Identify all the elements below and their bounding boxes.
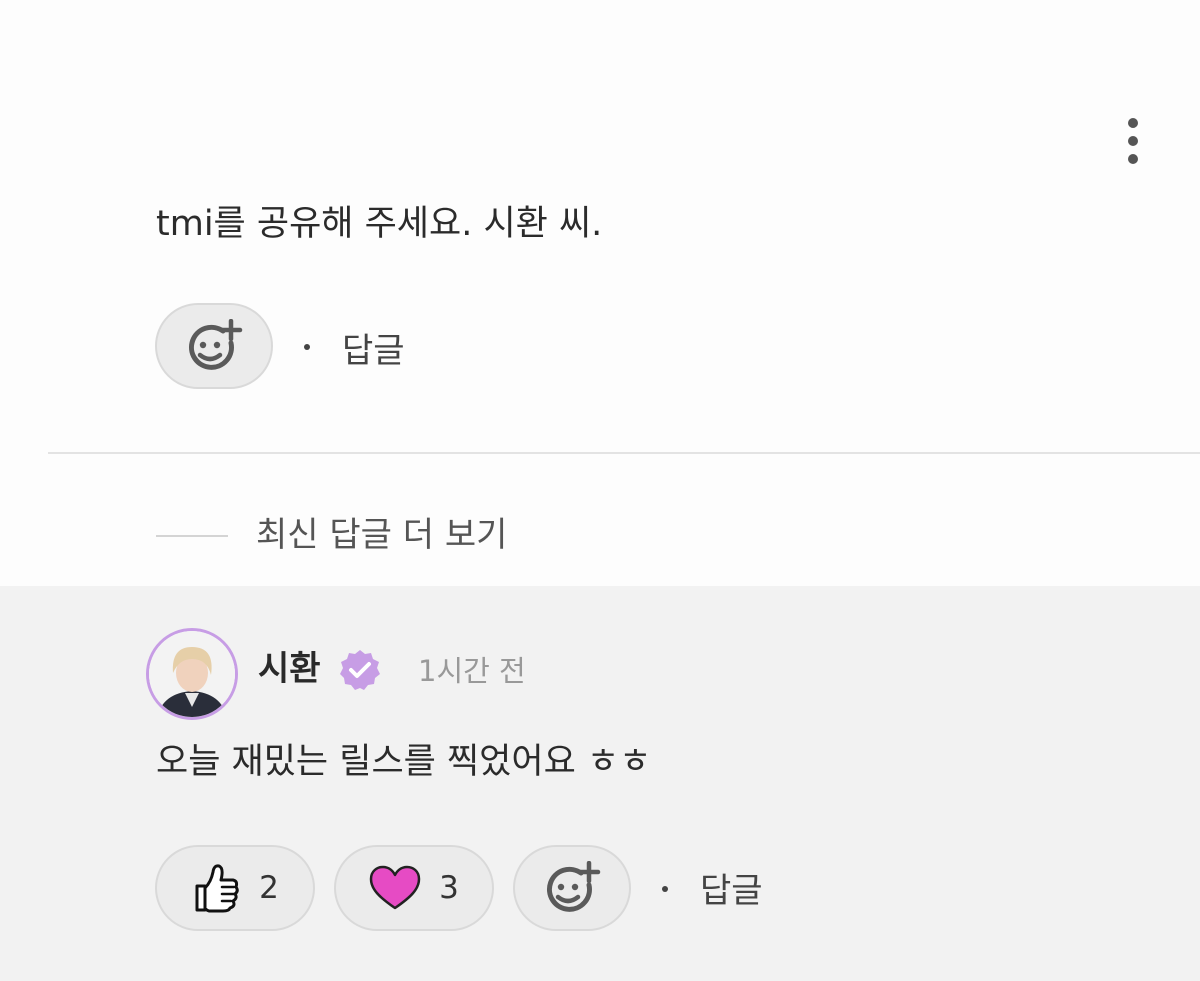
more-replies-line [156, 535, 228, 537]
thumbs-up-icon [195, 864, 239, 913]
comment-text: tmi를 공유해 주세요. 시환 씨. [156, 204, 603, 244]
like-count: 2 [259, 870, 279, 906]
smiley-plus-icon [188, 319, 243, 370]
separator-dot [304, 344, 310, 350]
divider [48, 452, 1200, 454]
reply-link[interactable]: 답글 [342, 326, 405, 376]
timestamp: 1시간 전 [418, 654, 526, 688]
heart-reaction-button[interactable]: 3 [334, 845, 494, 931]
more-vertical-icon [1128, 118, 1138, 164]
reply-link[interactable]: 답글 [700, 866, 763, 916]
author-name[interactable]: 시환 [258, 644, 321, 694]
more-replies-link[interactable]: 최신 답글 더 보기 [256, 510, 507, 560]
add-reaction-button[interactable] [155, 303, 273, 389]
add-reaction-button[interactable] [513, 845, 631, 931]
reply-text: 오늘 재밌는 릴스를 찍었어요 ㅎㅎ [156, 742, 652, 782]
parent-comment [0, 0, 1200, 586]
avatar-image [149, 631, 235, 717]
more-options-button[interactable] [1110, 112, 1156, 172]
heart-icon [369, 865, 421, 910]
smiley-plus-icon [546, 861, 601, 912]
avatar[interactable] [146, 628, 238, 720]
like-reaction-button[interactable]: 2 [155, 845, 315, 931]
heart-count: 3 [439, 870, 459, 906]
separator-dot [662, 886, 668, 892]
verified-badge-icon [340, 650, 380, 690]
